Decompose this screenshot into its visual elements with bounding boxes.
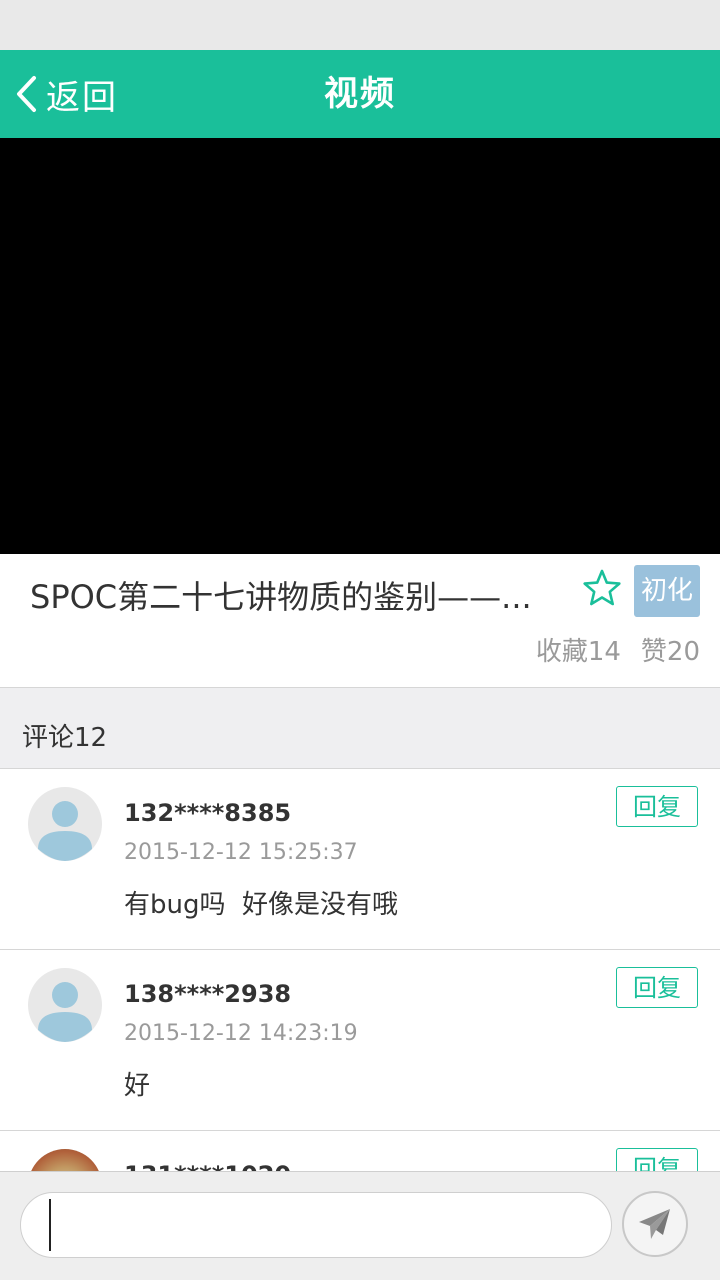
comment-time: 2015-12-12 15:25:37 <box>124 840 358 865</box>
avatar[interactable] <box>28 968 102 1042</box>
send-button[interactable] <box>622 1191 688 1257</box>
user-icon <box>38 982 92 1042</box>
comment-user: 132****8385 <box>124 799 292 827</box>
text-cursor <box>49 1199 51 1251</box>
list-item: 138****2938 2015-12-12 14:23:19 好 回复 <box>0 950 720 1131</box>
reply-button[interactable]: 回复 <box>616 1148 698 1171</box>
comment-text: 有bug吗 好像是没有哦 <box>124 890 399 920</box>
page-title: 视频 <box>324 74 396 114</box>
likes-count: 赞20 <box>640 637 700 667</box>
video-player[interactable] <box>0 138 720 554</box>
list-item: 131****1020 回复 <box>0 1131 720 1171</box>
reply-button[interactable]: 回复 <box>616 967 698 1008</box>
avatar[interactable] <box>28 787 102 861</box>
user-icon <box>38 801 92 861</box>
comment-input[interactable] <box>20 1192 612 1258</box>
favorites-count: 收藏14 <box>535 637 621 667</box>
reply-button[interactable]: 回复 <box>616 786 698 827</box>
comment-input-bar <box>0 1171 720 1280</box>
nav-bar: 返回 视频 <box>0 50 720 138</box>
list-item: 132****8385 2015-12-12 15:25:37 有bug吗 好像… <box>0 769 720 950</box>
paper-plane-icon <box>639 1209 670 1239</box>
video-title: SPOC第二十七讲物质的鉴别——... <box>30 578 532 616</box>
status-bar <box>0 0 720 50</box>
comment-text: 好 <box>124 1071 151 1101</box>
comment-list[interactable]: 132****8385 2015-12-12 15:25:37 有bug吗 好像… <box>0 769 720 1171</box>
avatar[interactable] <box>28 1149 102 1171</box>
comment-user: 131****1020 <box>124 1155 291 1171</box>
comment-user: 138****2938 <box>124 980 292 1008</box>
comment-count: 评论12 <box>22 723 108 753</box>
star-icon[interactable] <box>582 568 622 608</box>
comment-time: 2015-12-12 14:23:19 <box>124 1021 358 1046</box>
video-stats: 收藏14 赞20 <box>536 632 700 672</box>
subject-badge: 初化 <box>634 565 700 617</box>
video-info: SPOC第二十七讲物质的鉴别——... 初化 收藏14 赞20 <box>0 554 720 688</box>
comment-header: 评论12 <box>0 688 720 769</box>
